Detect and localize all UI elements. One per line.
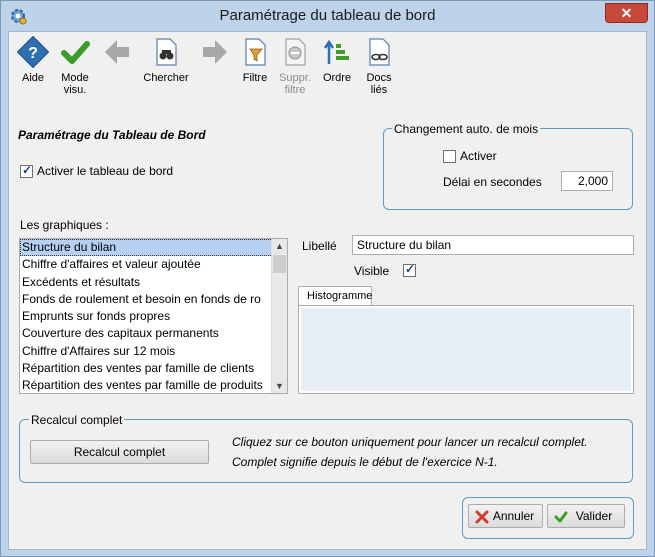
help-icon: ? [16, 35, 50, 69]
filter-document-icon [239, 36, 271, 68]
activer-tableau-label: Activer le tableau de bord [37, 164, 174, 178]
toolbar-suppr-filtre-button[interactable]: Suppr. filtre [271, 36, 319, 96]
window-title: Paramétrage du tableau de bord [219, 7, 436, 24]
toolbar-docs-lies-button[interactable]: Docs liés [355, 36, 403, 96]
previous-button[interactable] [93, 36, 141, 72]
toolbar-ordre-button[interactable]: Ordre [313, 36, 361, 84]
toolbar-ordre-label: Ordre [322, 72, 352, 84]
app-window: Paramétrage du tableau de bord ✕ ? Aide [0, 0, 655, 557]
list-item[interactable]: Couverture des capitaux permanents [20, 325, 287, 342]
svg-text:?: ? [28, 45, 38, 62]
recalcul-help-line-1: Cliquez sur ce bouton uniquement pour la… [232, 435, 588, 449]
recalcul-help-text: Cliquez sur ce bouton uniquement pour la… [232, 432, 632, 472]
libelle-input[interactable]: Structure du bilan [352, 235, 634, 255]
title-bar: Paramétrage du tableau de bord ✕ [1, 1, 654, 31]
toolbar-docs-label-2: liés [370, 84, 388, 96]
binoculars-document-icon [150, 36, 182, 68]
scroll-down-icon[interactable]: ▼ [272, 379, 287, 393]
toolbar: ? Aide Mode visu. Chercher Filtre Suppr.… [9, 32, 646, 104]
toolbar-aide-label: Aide [21, 72, 45, 84]
list-item[interactable]: Fonds de roulement et besoin en fonds de… [20, 291, 287, 308]
auto-month-activer-label: Activer [460, 149, 497, 163]
histogram-panel [298, 305, 634, 394]
libelle-label: Libellé [302, 239, 337, 253]
remove-filter-icon [279, 36, 311, 68]
recalcul-group-title: Recalcul complet [29, 413, 125, 427]
list-item[interactable]: Emprunts sur fonds propres [20, 308, 287, 325]
dialog-body: ? Aide Mode visu. Chercher Filtre Suppr.… [8, 31, 647, 550]
toolbar-filtre-label: Filtre [242, 72, 268, 84]
auto-month-group-title: Changement auto. de mois [392, 122, 541, 136]
sort-order-icon [321, 36, 353, 68]
toolbar-suppr-label-1: Suppr. [279, 72, 311, 84]
validate-check-icon [554, 509, 568, 531]
toolbar-docs-label-1: Docs [366, 72, 392, 84]
tab-histogramme[interactable]: Histogramme [298, 286, 372, 306]
auto-month-group [383, 128, 633, 210]
scroll-thumb[interactable] [273, 255, 286, 273]
graphs-label: Les graphiques : [20, 218, 109, 232]
toolbar-aide-button[interactable]: ? Aide [9, 35, 57, 84]
valider-button[interactable]: Valider [547, 504, 625, 528]
graphs-list[interactable]: Structure du bilan Chiffre d'affaires et… [19, 238, 288, 394]
recalcul-help-line-2: Complet signifie depuis le début de l'ex… [232, 455, 498, 469]
histogram-panel-area [301, 308, 631, 391]
list-item[interactable]: Chiffre d'affaires et valeur ajoutée [20, 256, 287, 273]
linked-documents-icon [363, 36, 395, 68]
list-item[interactable]: Excédents et résultats [20, 274, 287, 291]
delai-input[interactable]: 2,000 [561, 171, 613, 191]
activer-tableau-checkbox[interactable] [20, 163, 33, 178]
list-item[interactable]: Répartition des ventes par famille de pr… [20, 377, 287, 393]
section-title: Paramétrage du Tableau de Bord [18, 128, 206, 142]
arrow-left-icon [101, 36, 133, 68]
visible-label: Visible [354, 264, 390, 278]
list-item[interactable]: Répartition des ventes par famille de cl… [20, 360, 287, 377]
recalcul-complet-button[interactable]: Recalcul complet [30, 440, 209, 464]
scroll-up-icon[interactable]: ▲ [272, 239, 287, 253]
annuler-button[interactable]: Annuler [468, 504, 543, 528]
arrow-right-icon [199, 36, 231, 68]
toolbar-mode-label-1: Mode [61, 72, 89, 84]
close-button[interactable]: ✕ [605, 3, 648, 23]
toolbar-mode-visu-button[interactable]: Mode visu. [51, 36, 99, 96]
visible-checkbox[interactable] [403, 262, 416, 277]
annuler-label: Annuler [492, 509, 535, 523]
graphs-list-scrollbar[interactable]: ▲ ▼ [271, 239, 287, 393]
list-item[interactable]: Structure du bilan [20, 239, 287, 257]
toolbar-mode-label-2: visu. [63, 84, 87, 96]
checkmark-icon [59, 36, 91, 68]
list-item[interactable]: Chiffre d'Affaires sur 12 mois [20, 343, 287, 360]
toolbar-chercher-button[interactable]: Chercher [139, 36, 193, 84]
cancel-icon [475, 509, 489, 531]
valider-label: Valider [575, 509, 613, 523]
auto-month-activer-checkbox[interactable] [443, 150, 456, 163]
toolbar-chercher-label: Chercher [143, 72, 189, 84]
delai-label: Délai en secondes [443, 175, 542, 189]
toolbar-suppr-label-2: filtre [284, 84, 306, 96]
